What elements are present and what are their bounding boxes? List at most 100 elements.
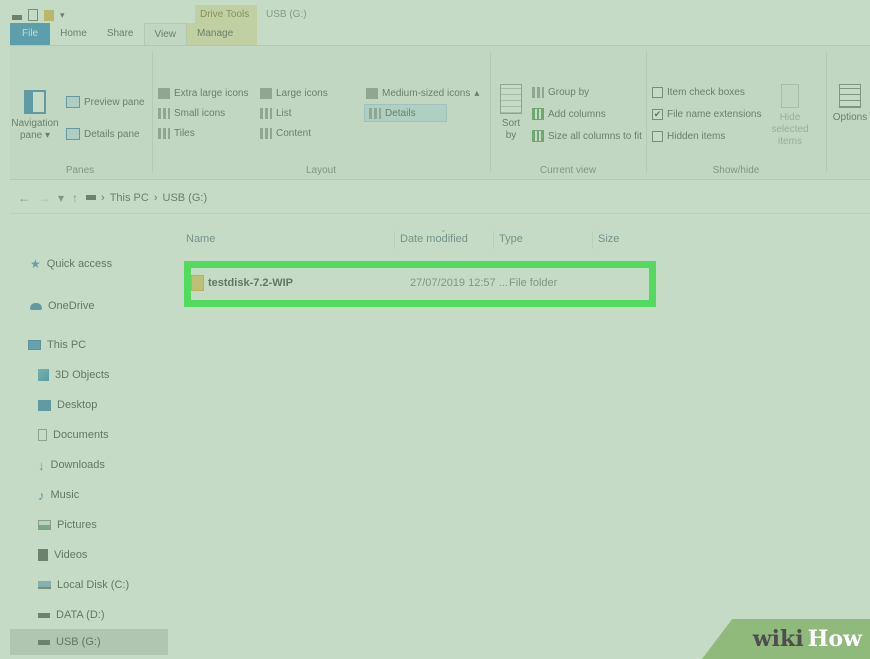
details-view-button[interactable]: Details — [364, 104, 447, 122]
nav-item-3d-objects[interactable]: 3D Objects — [10, 362, 168, 388]
hide-selected-button[interactable]: Hide selected items — [760, 84, 820, 148]
up-arrow-icon[interactable]: ↑ — [72, 191, 78, 205]
customize-arrow-icon[interactable]: ▾ — [60, 10, 65, 21]
small-icons-icon — [158, 107, 170, 119]
small-icons-label: Small icons — [174, 107, 226, 119]
navigation-pane: ★ Quick access OneDrive This PC 3D Objec… — [10, 215, 168, 659]
navigation-pane-button[interactable]: Navigation pane ▾ — [10, 90, 60, 142]
extra-large-icons-icon — [158, 87, 170, 99]
cloud-icon — [30, 302, 42, 310]
add-columns-icon — [532, 108, 544, 120]
layout-scroll-icon[interactable]: ▴ — [474, 88, 479, 99]
nav-item-data-drive[interactable]: DATA (D:) — [10, 602, 168, 628]
file-name-extensions-label: File name extensions — [667, 108, 762, 120]
new-folder-icon[interactable] — [44, 9, 54, 21]
column-divider[interactable] — [394, 231, 395, 249]
nav-item-label: Documents — [53, 429, 109, 441]
preview-pane-button[interactable]: Preview pane — [66, 94, 145, 110]
file-name-extensions-checkbox[interactable]: ✔ — [652, 108, 663, 120]
breadcrumb-separator-icon: › — [153, 191, 158, 204]
medium-icons-icon — [366, 87, 378, 99]
computer-icon — [28, 340, 41, 350]
nav-item-music[interactable]: ♪ Music — [10, 482, 168, 508]
hide-selected-icon — [781, 84, 799, 108]
tab-share[interactable]: Share — [97, 23, 144, 45]
nav-item-downloads[interactable]: ↓ Downloads — [10, 452, 168, 478]
nav-item-label: Videos — [54, 549, 88, 561]
column-header-size[interactable]: Size — [598, 233, 619, 245]
list-button[interactable]: List — [260, 105, 292, 121]
tiles-button[interactable]: Tiles — [158, 125, 195, 141]
watermark-part-1: wiki — [752, 626, 804, 652]
window-title: USB (G:) — [266, 9, 307, 20]
nav-item-label: DATA (D:) — [56, 609, 105, 621]
content-button[interactable]: Content — [260, 125, 311, 141]
large-icons-button[interactable]: Large icons — [260, 85, 328, 101]
hidden-items-option[interactable]: Hidden items — [652, 128, 725, 144]
nav-item-videos[interactable]: Videos — [10, 542, 168, 568]
tab-manage[interactable]: Manage — [187, 23, 244, 45]
back-arrow-icon[interactable]: ← — [18, 191, 30, 205]
layout-group-label: Layout — [305, 165, 337, 176]
item-check-boxes-label: Item check boxes — [667, 86, 745, 98]
video-icon — [38, 549, 48, 561]
medium-icons-button[interactable]: Medium-sized icons ▴ — [366, 85, 479, 101]
nav-item-usb-drive[interactable]: USB (G:) — [10, 629, 168, 655]
file-name-extensions-option[interactable]: ✔ File name extensions — [652, 106, 762, 122]
nav-item-pictures[interactable]: Pictures — [10, 512, 168, 538]
group-by-button[interactable]: Group by — [532, 84, 589, 100]
nav-item-label: This PC — [47, 339, 87, 351]
tab-file[interactable]: File — [10, 23, 51, 45]
column-header-type[interactable]: Type — [499, 233, 523, 245]
nav-item-this-pc[interactable]: This PC — [10, 332, 168, 358]
panes-group: Navigation pane ▾ Preview pane Details p… — [10, 46, 150, 181]
item-check-boxes-checkbox[interactable] — [652, 86, 663, 98]
hidden-items-checkbox[interactable] — [652, 130, 663, 142]
nav-item-local-disk[interactable]: Local Disk (C:) — [10, 572, 168, 598]
forward-arrow-icon[interactable]: → — [38, 191, 50, 205]
address-bar: ← → ▾ ↑ › This PC › USB (G:) — [10, 182, 870, 214]
extra-large-icons-button[interactable]: Extra large icons — [158, 85, 248, 101]
nav-item-documents[interactable]: Documents — [10, 422, 168, 448]
sort-by-icon — [500, 84, 522, 114]
medium-icons-label: Medium-sized icons — [382, 87, 471, 99]
details-pane-button[interactable]: Details pane — [66, 126, 140, 142]
nav-item-quick-access[interactable]: ★ Quick access — [10, 251, 168, 277]
tab-home[interactable]: Home — [50, 23, 97, 45]
options-button[interactable]: Options — [830, 84, 870, 124]
watermark-part-2: How — [807, 626, 862, 652]
show-hide-group: Item check boxes ✔ File name extensions … — [648, 46, 824, 181]
content-icon — [260, 127, 272, 139]
preview-pane-label: Preview pane — [84, 96, 145, 108]
drive-icon — [38, 612, 50, 618]
disk-icon — [38, 581, 51, 589]
pictures-icon — [38, 520, 51, 530]
navigation-pane-icon — [24, 90, 46, 114]
drive-icon — [38, 639, 50, 645]
current-view-group: Sort by Group by Add columns Size all co… — [492, 46, 644, 181]
group-by-icon — [532, 86, 544, 98]
breadcrumb-usb[interactable]: USB (G:) — [163, 192, 208, 204]
navigation-pane-label: Navigation pane ▾ — [11, 118, 59, 141]
file-list: ⌄ Name Date modified Type Size testdisk-… — [168, 215, 870, 659]
tiles-icon — [158, 127, 170, 139]
column-divider[interactable] — [493, 231, 494, 249]
list-label: List — [276, 107, 292, 119]
column-header-name[interactable]: Name — [186, 233, 215, 245]
size-columns-button[interactable]: Size all columns to fit — [532, 128, 642, 144]
properties-icon[interactable] — [28, 9, 38, 21]
sort-by-button[interactable]: Sort by — [496, 84, 526, 142]
recent-dropdown-icon[interactable]: ▾ — [58, 191, 64, 205]
breadcrumb-this-pc[interactable]: This PC — [110, 192, 149, 204]
nav-item-label: Desktop — [57, 399, 98, 411]
column-divider[interactable] — [592, 231, 593, 249]
item-check-boxes-option[interactable]: Item check boxes — [652, 84, 745, 100]
tab-view[interactable]: View — [143, 23, 187, 45]
small-icons-button[interactable]: Small icons — [158, 105, 225, 121]
column-header-date[interactable]: Date modified — [400, 233, 468, 245]
add-columns-button[interactable]: Add columns — [532, 106, 606, 122]
nav-item-onedrive[interactable]: OneDrive — [10, 293, 168, 319]
breadcrumb[interactable]: › This PC › USB (G:) — [86, 192, 207, 204]
ribbon-separator — [826, 52, 827, 172]
nav-item-desktop[interactable]: Desktop — [10, 392, 168, 418]
